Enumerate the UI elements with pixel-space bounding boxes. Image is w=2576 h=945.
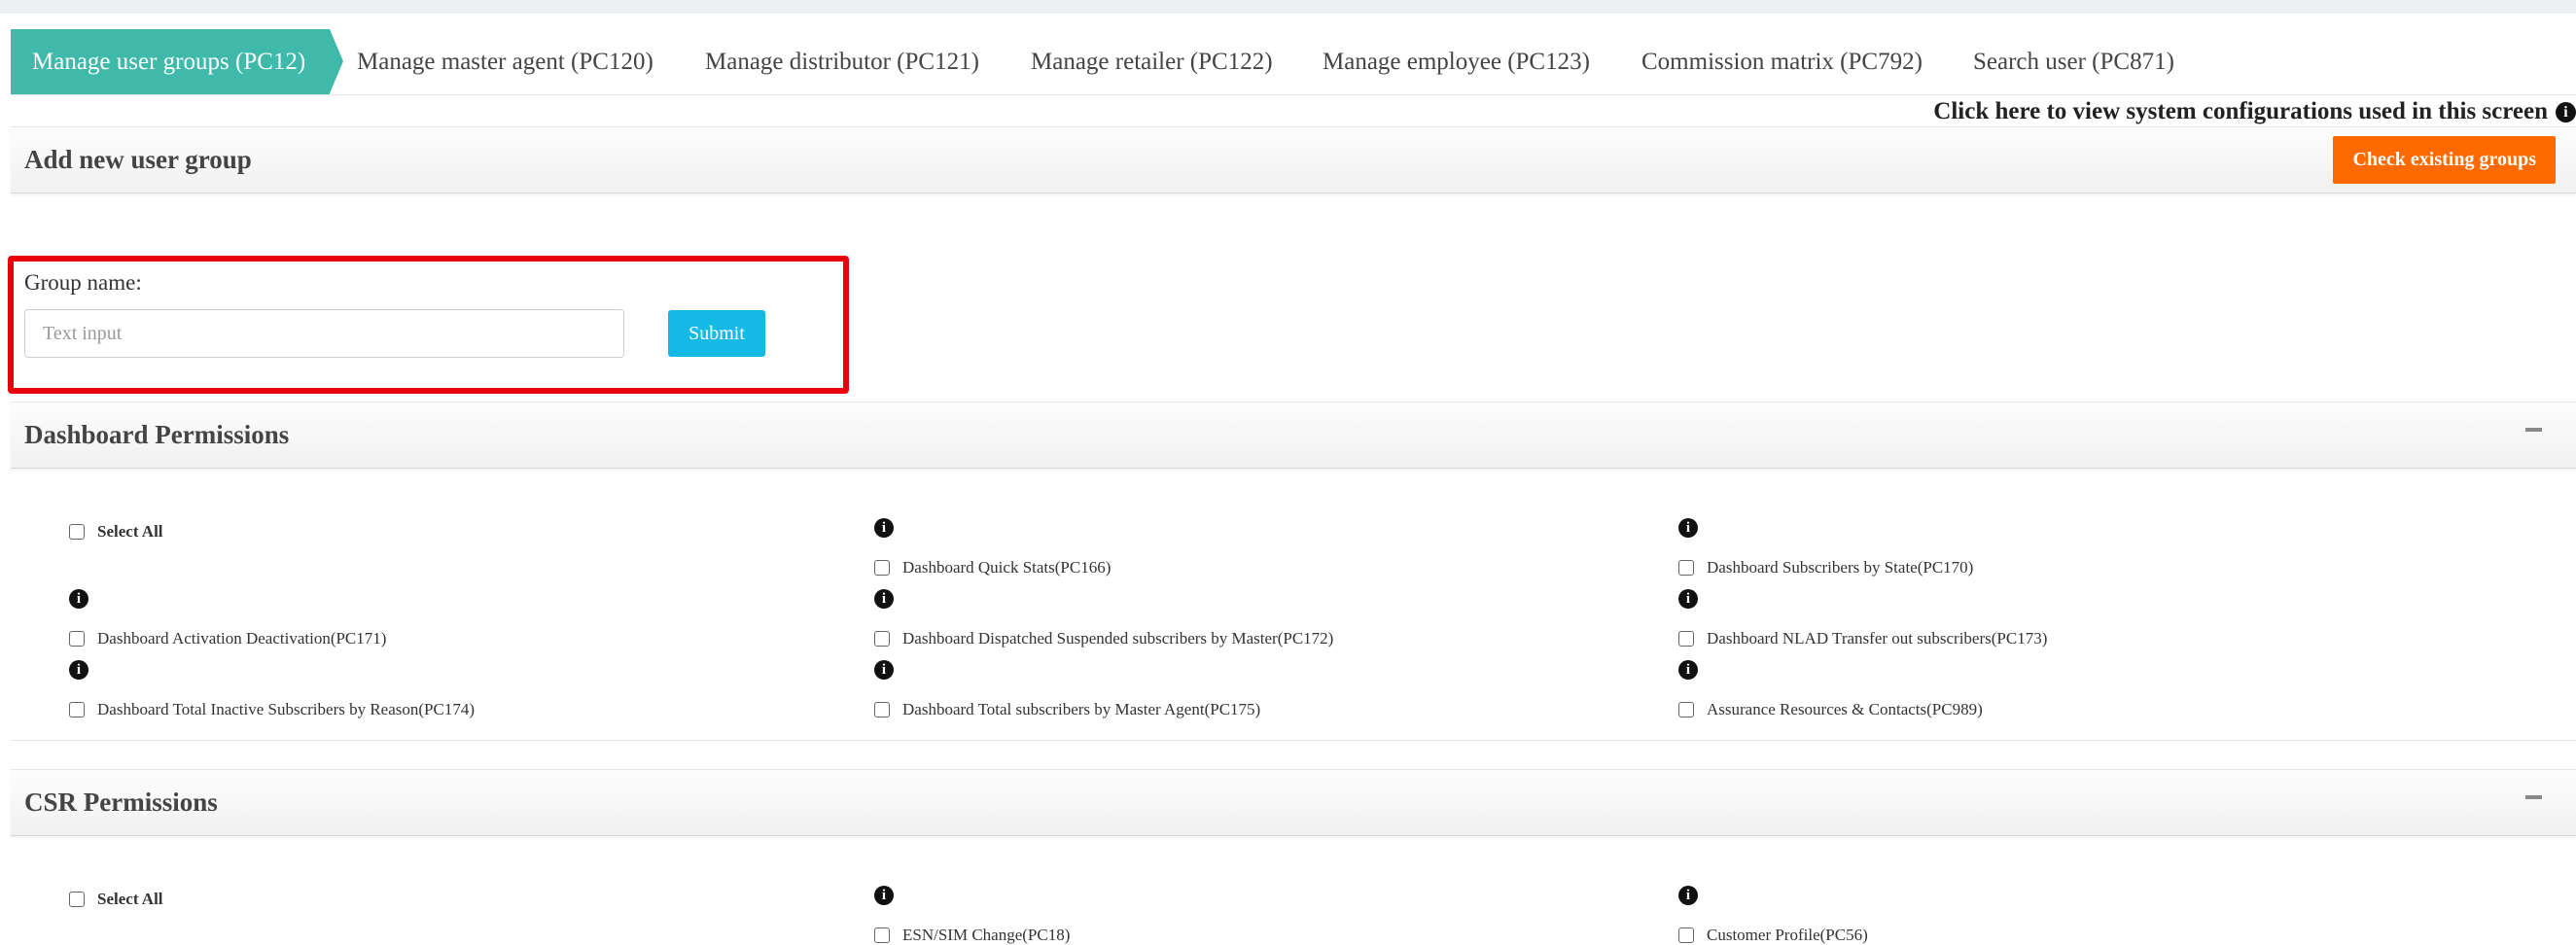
group-name-label: Group name: bbox=[24, 270, 142, 295]
info-circle-icon[interactable]: i bbox=[69, 589, 88, 609]
tab-manage-employee[interactable]: Manage employee (PC123) bbox=[1323, 29, 1590, 94]
add-group-header: Add new user group Check existing groups bbox=[11, 126, 2576, 193]
perm-label: Dashboard Total Inactive Subscribers by … bbox=[97, 700, 476, 718]
perm-item-esn-sim-change[interactable]: ESN/SIM Change(PC18) bbox=[874, 926, 1070, 945]
checkbox[interactable] bbox=[69, 631, 85, 647]
tab-manage-master-agent[interactable]: Manage master agent (PC120) bbox=[357, 29, 653, 94]
checkbox[interactable] bbox=[874, 928, 890, 943]
info-circle-icon[interactable]: i bbox=[1678, 886, 1698, 905]
tab-manage-distributor[interactable]: Manage distributor (PC121) bbox=[705, 29, 979, 94]
tab-manage-user-groups[interactable]: Manage user groups (PC12) bbox=[11, 29, 344, 94]
select-all-csr[interactable]: Select All bbox=[69, 890, 163, 909]
tab-search-user[interactable]: Search user (PC871) bbox=[1973, 29, 2174, 94]
perm-label: Dashboard Activation Deactivation(PC171) bbox=[97, 629, 387, 648]
group-name-input[interactable] bbox=[24, 309, 624, 358]
info-circle-icon[interactable]: i bbox=[874, 660, 894, 680]
info-circle-icon[interactable]: i bbox=[874, 886, 894, 905]
checkbox[interactable] bbox=[1678, 928, 1694, 943]
perm-label: Dashboard Subscribers by State(PC170) bbox=[1707, 558, 1974, 577]
perm-label: Dashboard Total subscribers by Master Ag… bbox=[902, 700, 1261, 718]
system-config-label: Click here to view system configurations… bbox=[1933, 98, 2548, 124]
perm-item-dispatched-suspended[interactable]: Dashboard Dispatched Suspended subscribe… bbox=[874, 629, 1333, 648]
perm-item-total-inactive[interactable]: Dashboard Total Inactive Subscribers by … bbox=[69, 700, 475, 719]
select-all-label: Select All bbox=[97, 890, 163, 908]
tab-commission-matrix[interactable]: Commission matrix (PC792) bbox=[1641, 29, 1923, 94]
perm-item-customer-profile[interactable]: Customer Profile(PC56) bbox=[1678, 926, 1868, 945]
submit-button[interactable]: Submit bbox=[668, 310, 765, 357]
perm-label: Dashboard NLAD Transfer out subscribers(… bbox=[1707, 629, 2048, 648]
perm-item-subscribers-by-state[interactable]: Dashboard Subscribers by State(PC170) bbox=[1678, 558, 1973, 578]
system-config-link[interactable]: Click here to view system configurations… bbox=[1933, 98, 2576, 125]
perm-item-dashboard-quick-stats[interactable]: Dashboard Quick Stats(PC166) bbox=[874, 558, 1111, 578]
select-all-label: Select All bbox=[97, 522, 163, 541]
csr-permissions-title: CSR Permissions bbox=[24, 788, 218, 817]
info-circle-icon[interactable]: i bbox=[874, 518, 894, 538]
checkbox[interactable] bbox=[874, 560, 890, 576]
checkbox[interactable] bbox=[69, 702, 85, 718]
info-circle-icon[interactable]: i bbox=[69, 660, 88, 680]
tab-manage-retailer[interactable]: Manage retailer (PC122) bbox=[1031, 29, 1273, 94]
check-existing-groups-button[interactable]: Check existing groups bbox=[2333, 136, 2556, 184]
tab-bar: Manage user groups (PC12) Manage master … bbox=[11, 29, 2576, 95]
csr-permissions-header: CSR Permissions bbox=[11, 769, 2576, 836]
perm-label: ESN/SIM Change(PC18) bbox=[902, 926, 1071, 944]
dashboard-permissions-body: Select All i Dashboard Quick Stats(PC166… bbox=[11, 469, 2576, 741]
checkbox[interactable] bbox=[69, 524, 85, 540]
checkbox[interactable] bbox=[1678, 702, 1694, 718]
select-all-dashboard[interactable]: Select All bbox=[69, 522, 163, 542]
perm-label: Customer Profile(PC56) bbox=[1707, 926, 1868, 944]
minus-icon[interactable] bbox=[2525, 795, 2542, 799]
perm-label: Assurance Resources & Contacts(PC989) bbox=[1707, 700, 1983, 718]
add-group-title: Add new user group bbox=[24, 145, 252, 174]
info-circle-icon[interactable]: i bbox=[1678, 518, 1698, 538]
minus-icon[interactable] bbox=[2525, 428, 2542, 432]
checkbox[interactable] bbox=[874, 702, 890, 718]
info-circle-icon: i bbox=[2556, 101, 2576, 122]
csr-permissions-body: Select All i ESN/SIM Change(PC18) i Cust… bbox=[11, 836, 2576, 944]
info-circle-icon[interactable]: i bbox=[1678, 660, 1698, 680]
checkbox[interactable] bbox=[1678, 631, 1694, 647]
info-circle-icon[interactable]: i bbox=[874, 589, 894, 609]
perm-item-activation-deactivation[interactable]: Dashboard Activation Deactivation(PC171) bbox=[69, 629, 386, 648]
dashboard-permissions-header: Dashboard Permissions bbox=[11, 402, 2576, 469]
checkbox[interactable] bbox=[874, 631, 890, 647]
dashboard-permissions-title: Dashboard Permissions bbox=[24, 420, 290, 449]
perm-label: Dashboard Dispatched Suspended subscribe… bbox=[902, 629, 1334, 648]
info-circle-icon[interactable]: i bbox=[1678, 589, 1698, 609]
top-strip bbox=[0, 0, 2576, 14]
checkbox[interactable] bbox=[69, 892, 85, 907]
checkbox[interactable] bbox=[1678, 560, 1694, 576]
perm-label: Dashboard Quick Stats(PC166) bbox=[902, 558, 1112, 577]
perm-item-assurance-resources[interactable]: Assurance Resources & Contacts(PC989) bbox=[1678, 700, 1983, 719]
perm-item-total-subscribers-master[interactable]: Dashboard Total subscribers by Master Ag… bbox=[874, 700, 1260, 719]
perm-item-nlad-transfer-out[interactable]: Dashboard NLAD Transfer out subscribers(… bbox=[1678, 629, 2047, 648]
